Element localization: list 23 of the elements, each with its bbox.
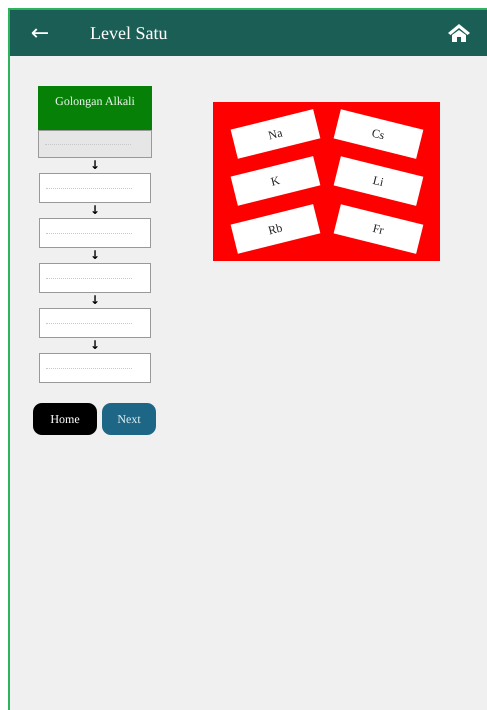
down-arrow: ↓ [90,338,100,353]
drop-slot[interactable] [39,263,151,293]
element-card[interactable]: Na [230,109,320,159]
element-card[interactable]: Cs [333,109,422,159]
element-card[interactable]: Rb [230,204,320,254]
screen-title: Level Satu [90,22,168,44]
down-arrow: ↓ [90,203,100,218]
element-card[interactable]: K [230,156,320,206]
drop-slot[interactable] [39,218,151,248]
drop-slot[interactable] [38,130,152,158]
back-button[interactable]: ← [28,20,52,46]
drop-slot[interactable] [39,308,151,338]
down-arrow: ↓ [90,158,100,173]
down-arrow: ↓ [90,248,100,263]
element-card[interactable]: Li [333,156,422,206]
home-icon[interactable] [447,23,471,43]
drop-slot[interactable] [39,173,151,203]
element-card[interactable]: Fr [333,204,422,254]
group-heading: Golongan Alkali [38,86,152,130]
home-button[interactable]: Home [33,403,97,435]
drop-slot[interactable] [39,353,151,383]
next-button[interactable]: Next [102,403,156,435]
down-arrow: ↓ [90,293,100,308]
